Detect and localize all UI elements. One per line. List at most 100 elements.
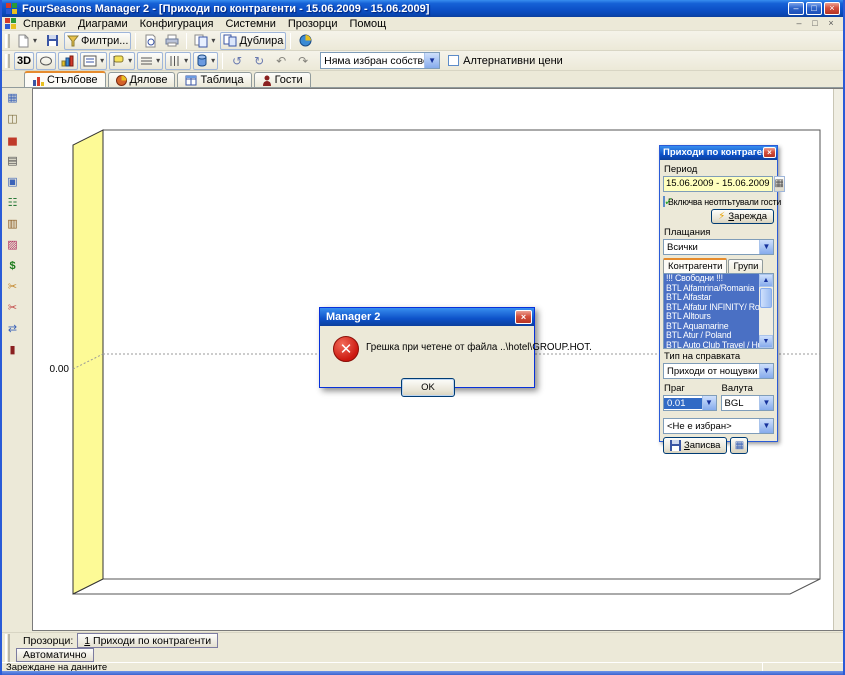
stats-icon[interactable]: ▮ — [4, 342, 21, 359]
list-item[interactable]: !!! Свободни !!! — [664, 274, 759, 284]
vertical-grid-button[interactable]: ▾ — [165, 52, 191, 70]
chevron-down-icon[interactable]: ▼ — [759, 396, 773, 410]
transfer-icon[interactable]: ⇄ — [4, 321, 21, 338]
list-item[interactable]: BTL Alltours — [664, 312, 759, 322]
report-type-combobox[interactable]: Приходи от нощувки ▼ — [663, 363, 774, 379]
list-item[interactable]: BTL Atur / Poland — [664, 331, 759, 341]
payments-combobox[interactable]: Всички ▼ — [663, 239, 774, 255]
menu-diagrams[interactable]: Диаграми — [72, 17, 134, 31]
period-field[interactable]: 15.06.2009 - 15.06.2009 — [663, 176, 773, 192]
cut-discount2-icon[interactable]: ✂ — [4, 300, 21, 317]
save-button[interactable] — [42, 32, 62, 50]
folder-icon[interactable]: ▥ — [4, 216, 21, 233]
dollar-icon[interactable]: $ — [4, 258, 21, 275]
ok-button[interactable]: OK — [401, 378, 455, 397]
cards-icon[interactable]: ▦ — [4, 90, 21, 107]
tab-contractors[interactable]: Контрагенти — [663, 258, 727, 273]
toolbar-grip[interactable] — [5, 648, 10, 662]
mdi-child-icon[interactable] — [5, 18, 17, 30]
mdi-minimize-button[interactable]: – — [793, 17, 805, 30]
tab-bars[interactable]: Стълбове — [24, 71, 106, 87]
dialog-title-bar[interactable]: Manager 2 × — [320, 308, 534, 326]
scrollbar-track[interactable] — [759, 309, 773, 335]
panel-close-button[interactable]: × — [763, 147, 776, 158]
undo-rotation-button[interactable]: ↶ — [271, 52, 291, 70]
chevron-down-icon[interactable]: ▼ — [702, 396, 716, 410]
close-button[interactable]: × — [824, 2, 840, 15]
mini-chart-button[interactable] — [58, 52, 78, 70]
redo-rotation-button[interactable]: ↷ — [293, 52, 313, 70]
bar-chart-icon — [32, 75, 44, 86]
export-icon[interactable]: ◫ — [4, 111, 21, 128]
open-window-button[interactable]: 1 Приходи по контрагенти — [77, 633, 218, 648]
scroll-down-icon[interactable]: ▼ — [759, 335, 773, 348]
dialog-close-button[interactable]: × — [515, 310, 532, 324]
panel-title-bar[interactable]: Приходи по контрагенти × — [660, 146, 777, 160]
tab-groups[interactable]: Групи — [728, 259, 763, 273]
template-combobox[interactable]: <Не е избран> ▼ — [663, 418, 774, 434]
mdi-close-button[interactable]: × — [825, 17, 837, 30]
canvas-scrollbar[interactable] — [833, 89, 844, 630]
mdi-restore-button[interactable]: □ — [809, 17, 821, 30]
menu-reports[interactable]: Справки — [17, 17, 72, 31]
toolbar-grip[interactable] — [5, 54, 10, 68]
chevron-down-icon[interactable]: ▼ — [424, 53, 439, 68]
rotate-left-button[interactable]: ↺ — [227, 52, 247, 70]
save-report-button[interactable]: Записва — [663, 437, 727, 454]
toolbar-grip[interactable] — [5, 634, 10, 648]
filters-button[interactable]: Филтри... — [64, 32, 131, 50]
copy-icon[interactable]: ▣ — [4, 174, 21, 191]
load-button[interactable]: ⚡ Зарежда — [711, 209, 774, 224]
scrollbar-thumb[interactable] — [760, 288, 772, 308]
calculator-icon[interactable]: ▤ — [4, 153, 21, 170]
tab-pie[interactable]: Дялове — [108, 72, 176, 87]
toggle-3d-button[interactable]: 3D — [14, 52, 34, 70]
marks-button[interactable]: ▾ — [109, 52, 135, 70]
print-preview-button[interactable] — [140, 32, 160, 50]
copy-button[interactable]: ▾ — [191, 32, 218, 50]
chevron-down-icon[interactable]: ▼ — [759, 240, 773, 254]
chart-icon[interactable]: ▅ — [4, 132, 21, 149]
list-scrollbar[interactable]: ▲ ▼ — [759, 274, 773, 348]
chevron-down-icon[interactable]: ▼ — [759, 364, 773, 378]
include-guests-checkbox[interactable] — [663, 196, 665, 207]
chevron-down-icon[interactable]: ▼ — [759, 419, 773, 433]
restore-button[interactable]: □ — [806, 2, 822, 15]
tab-table[interactable]: Таблица — [177, 72, 251, 87]
list-item[interactable]: BTL Aquamarine — [664, 322, 759, 332]
legend-button[interactable]: ▾ — [80, 52, 107, 70]
ellipse-tool-button[interactable] — [36, 52, 56, 70]
print-button[interactable] — [162, 32, 182, 50]
duplicate-button[interactable]: Дублира — [220, 32, 286, 50]
chart-view-button[interactable] — [295, 32, 315, 50]
list-item[interactable]: BTL Auto Club Travel / Hunga — [664, 341, 759, 350]
cut-discount-icon[interactable]: ✂ — [4, 279, 21, 296]
minimize-button[interactable]: – — [788, 2, 804, 15]
horizontal-grid-button[interactable]: ▾ — [137, 52, 163, 70]
tab-guests[interactable]: Гости — [254, 72, 311, 87]
menu-bar: Справки Диаграми Конфигурация Системни П… — [2, 17, 843, 31]
owner-combobox[interactable]: Няма избран собственици ▼ — [320, 52, 440, 69]
menu-configuration[interactable]: Конфигурация — [134, 17, 220, 31]
currency-combobox[interactable]: BGL ▼ — [721, 395, 775, 411]
calendar-button[interactable]: ▦ — [774, 176, 785, 192]
contractor-list[interactable]: !!! Свободни !!! BTL Alfamrina/Romania B… — [663, 273, 774, 349]
automatic-button[interactable]: Автоматично — [16, 648, 94, 662]
status-divider — [762, 663, 763, 671]
toolbar-grip[interactable] — [5, 34, 10, 48]
list-item[interactable]: BTL Alfatur INFINITY/ Romani — [664, 303, 759, 313]
menu-system[interactable]: Системни — [219, 17, 281, 31]
new-report-button[interactable]: ▾ — [14, 32, 40, 50]
scroll-up-icon[interactable]: ▲ — [759, 274, 773, 287]
alternative-prices-checkbox[interactable] — [448, 55, 459, 66]
menu-help[interactable]: Помощ — [343, 17, 392, 31]
grid-options-button[interactable]: ▦ — [730, 437, 748, 454]
guests-icon[interactable]: ☷ — [4, 195, 21, 212]
menu-windows[interactable]: Прозорци — [282, 17, 344, 31]
building-icon[interactable]: ▨ — [4, 237, 21, 254]
list-item[interactable]: BTL Alfastar — [664, 293, 759, 303]
depth-button[interactable]: ▾ — [193, 52, 218, 70]
rotate-right-button[interactable]: ↻ — [249, 52, 269, 70]
list-item[interactable]: BTL Alfamrina/Romania — [664, 284, 759, 294]
threshold-combobox[interactable]: 0.01 ▼ — [663, 395, 717, 411]
